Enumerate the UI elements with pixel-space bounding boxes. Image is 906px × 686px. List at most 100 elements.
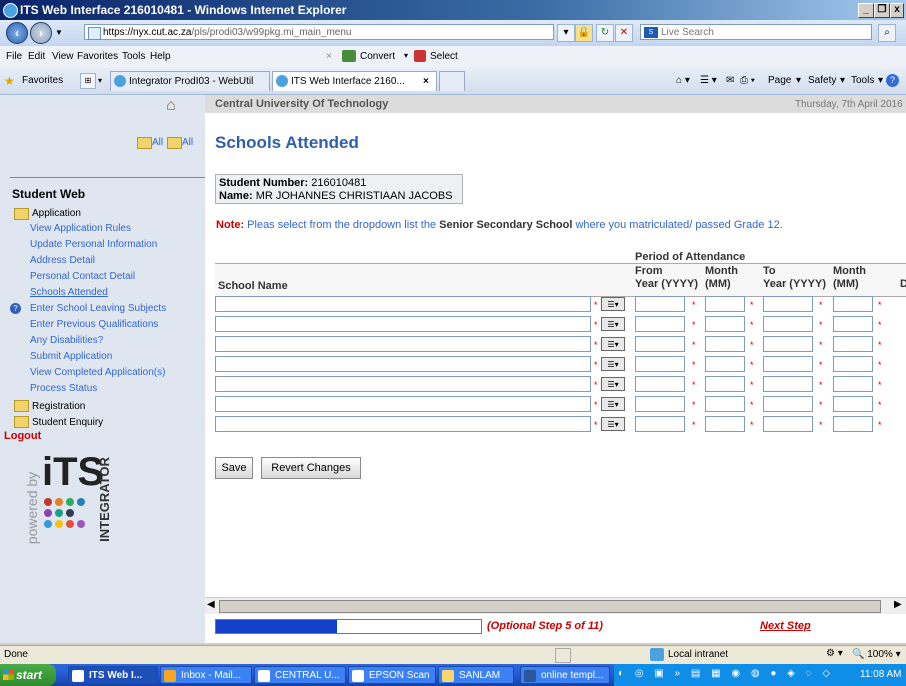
to-month-field[interactable] — [833, 336, 873, 352]
scroll-thumb[interactable] — [219, 600, 881, 613]
start-button[interactable]: start — [0, 664, 56, 686]
tools-menu[interactable]: Tools — [851, 75, 874, 86]
refresh-icon[interactable]: ↻ — [596, 24, 614, 42]
school-dropdown-icon[interactable]: ☰▾ — [601, 417, 625, 431]
registration-folder-icon[interactable] — [14, 400, 29, 412]
to-month-field[interactable] — [833, 376, 873, 392]
restore-icon[interactable]: ❐ — [874, 3, 890, 18]
school-dropdown-icon[interactable]: ☰▾ — [601, 377, 625, 391]
task-sanlam[interactable]: SANLAM — [438, 666, 514, 684]
to-year-field[interactable] — [763, 296, 813, 312]
menu-file[interactable]: File — [6, 51, 22, 62]
address-dropdown-icon[interactable]: ▾ — [557, 24, 575, 42]
to-month-field[interactable] — [833, 356, 873, 372]
stop-icon[interactable]: ✕ — [615, 24, 633, 42]
task-online-template[interactable]: online templ... — [520, 666, 610, 684]
school-dropdown-icon[interactable]: ☰▾ — [601, 397, 625, 411]
task-central[interactable]: CENTRAL U... — [254, 666, 346, 684]
tab-list-dropdown-icon[interactable]: ▾ — [98, 76, 102, 85]
from-month-field[interactable] — [705, 356, 745, 372]
task-inbox[interactable]: Inbox - Mail... — [160, 666, 252, 684]
lock-icon[interactable]: 🔒 — [575, 24, 593, 42]
menu-help[interactable]: Help — [150, 51, 171, 62]
scroll-right-icon[interactable]: ▶ — [894, 599, 902, 610]
task-its-web[interactable]: ITS Web I... — [68, 666, 158, 684]
to-month-field[interactable] — [833, 296, 873, 312]
revert-changes-button[interactable]: Revert Changes — [261, 457, 361, 479]
next-step-link[interactable]: Next Step — [760, 620, 811, 632]
home-icon[interactable]: ⌂ ▾ — [676, 75, 690, 86]
school-name-field[interactable] — [215, 296, 591, 312]
to-year-field[interactable] — [763, 316, 813, 332]
application-node[interactable]: Application — [32, 208, 81, 219]
to-month-field[interactable] — [833, 416, 873, 432]
school-name-field[interactable] — [215, 376, 591, 392]
menu-tools[interactable]: Tools — [122, 51, 145, 62]
tray-icons[interactable]: ◐ ◎ ▣ » ▤ ▦ ◉ ◍ ● ◈ ◌ ◇ — [618, 668, 834, 679]
sidebar-item-view-application-rules[interactable]: View Application Rules — [30, 223, 131, 234]
school-dropdown-icon[interactable]: ☰▾ — [601, 317, 625, 331]
safety-menu[interactable]: Safety — [808, 75, 836, 86]
school-name-field[interactable] — [215, 316, 591, 332]
from-month-field[interactable] — [705, 296, 745, 312]
sidebar-item-view-completed-applications[interactable]: View Completed Application(s) — [30, 367, 165, 378]
student-enquiry-node[interactable]: Student Enquiry — [32, 417, 103, 428]
favorites-button[interactable]: Favorites — [22, 75, 63, 86]
collapse-all-icon[interactable] — [167, 137, 182, 149]
to-year-field[interactable] — [763, 376, 813, 392]
feeds-icon[interactable]: ☰ ▾ — [700, 75, 717, 86]
back-icon[interactable]: ‹ — [6, 22, 28, 44]
to-year-field[interactable] — [763, 356, 813, 372]
page-dropdown-icon[interactable]: ▾ — [796, 75, 801, 86]
close-tab-icon[interactable]: × — [423, 72, 429, 92]
save-button[interactable]: Save — [215, 457, 253, 479]
menu-view[interactable]: View — [52, 51, 74, 62]
school-name-field[interactable] — [215, 416, 591, 432]
tab-its-web-interface[interactable]: ITS Web Interface 2160... × — [272, 71, 437, 91]
school-dropdown-icon[interactable]: ☰▾ — [601, 357, 625, 371]
sidebar-item-any-disabilities[interactable]: Any Disabilities? — [30, 335, 103, 346]
address-input[interactable]: https://nyx.cut.ac.za/pls/prodi03/w99pkg… — [84, 24, 554, 40]
from-year-field[interactable] — [635, 336, 685, 352]
from-year-field[interactable] — [635, 296, 685, 312]
from-month-field[interactable] — [705, 316, 745, 332]
search-icon[interactable]: ⌕ — [878, 24, 896, 42]
from-year-field[interactable] — [635, 416, 685, 432]
from-month-field[interactable] — [705, 396, 745, 412]
forward-icon[interactable]: › — [30, 22, 52, 44]
sidebar-item-schools-attended[interactable]: Schools Attended — [30, 287, 108, 298]
convert-dropdown-icon[interactable]: ▾ — [404, 51, 408, 60]
to-month-field[interactable] — [833, 396, 873, 412]
home-page-icon[interactable]: ⌂ — [166, 97, 176, 115]
close-window-icon[interactable]: x — [890, 3, 904, 18]
horizontal-scrollbar[interactable]: ◀ ▶ — [205, 597, 906, 614]
registration-node[interactable]: Registration — [32, 401, 85, 412]
new-tab-button[interactable] — [439, 71, 465, 91]
search-input[interactable]: S Live Search — [640, 24, 872, 40]
close-toolbar-icon[interactable]: × — [326, 51, 332, 62]
school-name-field[interactable] — [215, 396, 591, 412]
tab-integrator-webutil[interactable]: Integrator ProdI03 - WebUtil — [110, 71, 270, 91]
sidebar-item-address-detail[interactable]: Address Detail — [30, 255, 95, 266]
sidebar-item-process-status[interactable]: Process Status — [30, 383, 97, 394]
menu-favorites[interactable]: Favorites — [77, 51, 118, 62]
mail-icon[interactable]: ✉ — [726, 75, 734, 86]
enquiry-folder-icon[interactable] — [14, 416, 29, 428]
sidebar-item-submit-application[interactable]: Submit Application — [30, 351, 112, 362]
logout-link[interactable]: Logout — [4, 430, 41, 442]
school-name-field[interactable] — [215, 356, 591, 372]
page-menu[interactable]: Page — [768, 75, 791, 86]
collapse-all-link[interactable]: All — [182, 137, 193, 148]
tools-dropdown-icon[interactable]: ▾ — [878, 75, 883, 86]
convert-button[interactable]: Convert — [360, 51, 395, 62]
school-dropdown-icon[interactable]: ☰▾ — [601, 297, 625, 311]
to-year-field[interactable] — [763, 416, 813, 432]
scroll-left-icon[interactable]: ◀ — [207, 599, 215, 610]
school-name-field[interactable] — [215, 336, 591, 352]
to-month-field[interactable] — [833, 316, 873, 332]
protected-mode-icon[interactable]: ⚙ ▾ — [826, 648, 843, 659]
sidebar-item-personal-contact-detail[interactable]: Personal Contact Detail — [30, 271, 135, 282]
from-year-field[interactable] — [635, 376, 685, 392]
sidebar-item-enter-school-leaving-subjects[interactable]: Enter School Leaving Subjects — [30, 303, 166, 314]
to-year-field[interactable] — [763, 396, 813, 412]
